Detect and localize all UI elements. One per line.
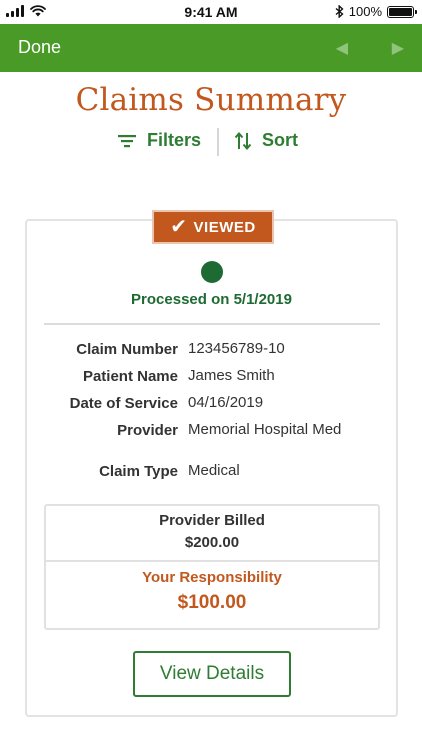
claim-type-value: Medical [188,462,240,479]
view-details-button[interactable]: View Details [133,651,291,697]
sort-icon [234,131,252,150]
previous-arrow-icon[interactable]: ◀ [336,38,348,58]
provider-label: Provider [117,422,178,439]
claim-number-label: Claim Number [76,341,178,358]
page-title: Claims Summary [75,82,347,118]
date-of-service-label: Date of Service [69,395,178,412]
claim-card: ✔ VIEWED Processed on 5/1/2019 Claim Num… [25,210,398,717]
card-divider [44,323,380,325]
filter-icon [118,134,136,147]
status-bar: 9:41 AM 100% [0,0,422,24]
responsibility-label: Your Responsibility [142,569,282,586]
amounts-divider [46,560,378,562]
viewed-badge-label: VIEWED [193,218,256,236]
checkmark-icon: ✔ [170,216,188,238]
sort-button[interactable]: Sort [234,130,298,151]
filter-sort-controls: Filters Sort [0,128,422,158]
controls-divider [217,128,219,156]
viewed-badge: ✔ VIEWED [152,210,274,244]
provider-value: Memorial Hospital Med [188,421,342,438]
next-arrow-icon[interactable]: ▶ [392,38,404,58]
filters-button[interactable]: Filters [117,130,201,151]
claim-number-value: 123456789-10 [188,340,285,357]
provider-billed-value: $200.00 [184,534,240,551]
date-of-service-value: 04/16/2019 [188,394,264,411]
claim-type-label: Claim Type [99,463,178,480]
processed-date: Processed on 5/1/2019 [131,291,292,308]
filters-label: Filters [147,130,202,150]
sort-label: Sort [262,130,298,150]
battery-fill [389,7,412,16]
done-button[interactable]: Done [18,37,61,58]
battery-icon [387,5,417,18]
battery-percent: 100% [348,4,382,19]
bluetooth-icon [335,5,344,18]
responsibility-value: $100.00 [177,592,247,613]
amounts-box: Provider Billed $200.00 Your Responsibil… [44,504,380,630]
provider-billed-label: Provider Billed [159,512,265,529]
patient-name-value: James Smith [188,367,275,384]
status-right: 100% [335,4,417,19]
patient-name-label: Patient Name [82,368,178,385]
nav-bar: Done ◀ ▶ [0,24,422,72]
processed-status-dot [201,261,223,283]
